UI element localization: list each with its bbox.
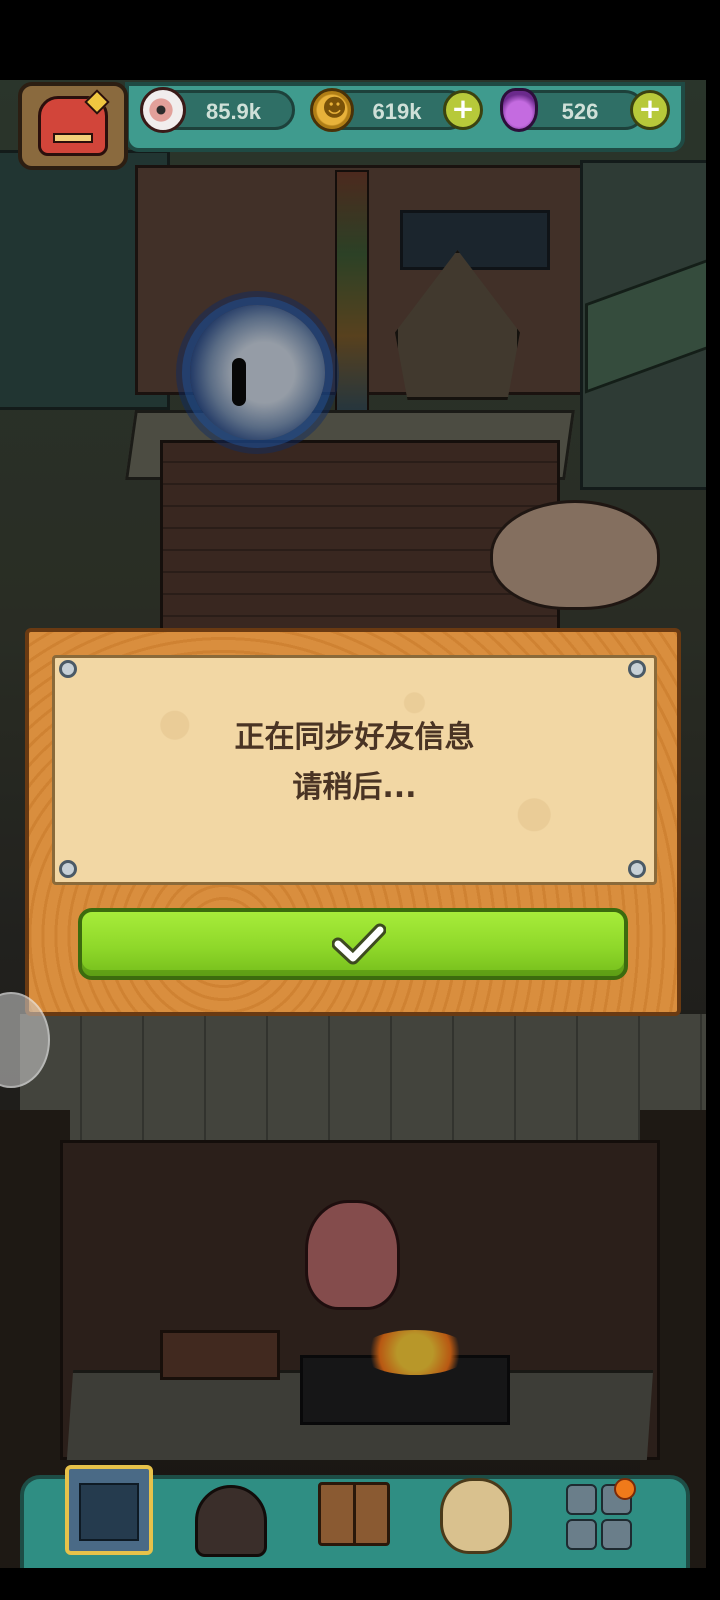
shop-icon [79, 1483, 139, 1541]
add-potions-button[interactable]: + [630, 90, 670, 130]
eyeball-icon [140, 87, 186, 133]
rivet-icon [59, 860, 77, 878]
grid-cell [566, 1484, 597, 1515]
rivet-icon [59, 660, 77, 678]
dialog-message-line-2: 请稍后... [292, 770, 417, 805]
potion-icon [500, 88, 538, 132]
grid-cell [601, 1519, 632, 1550]
player-avatar[interactable] [18, 82, 128, 170]
add-coins-button[interactable]: + [443, 90, 483, 130]
eyeball-count: 85.9k [205, 99, 262, 124]
status-bar [0, 0, 706, 80]
nav-shop-button[interactable] [65, 1465, 153, 1555]
dialog-message-line-1: 正在同步好友信息 [234, 720, 475, 755]
book-icon[interactable] [318, 1482, 390, 1546]
monster-face-icon [38, 89, 110, 156]
sack-icon[interactable] [440, 1478, 512, 1554]
rivet-icon [628, 860, 646, 878]
notification-badge [614, 1478, 636, 1500]
dungeon-icon[interactable] [195, 1485, 267, 1557]
check-icon [332, 923, 386, 965]
coin-count: 619k [372, 99, 422, 124]
potion-count: 526 [561, 99, 599, 124]
rivet-icon [628, 660, 646, 678]
confirm-button[interactable] [78, 908, 628, 980]
grid-cell [566, 1519, 597, 1550]
teeth-icon [53, 133, 93, 143]
coin-icon [310, 88, 354, 132]
crest-icon [84, 89, 110, 115]
